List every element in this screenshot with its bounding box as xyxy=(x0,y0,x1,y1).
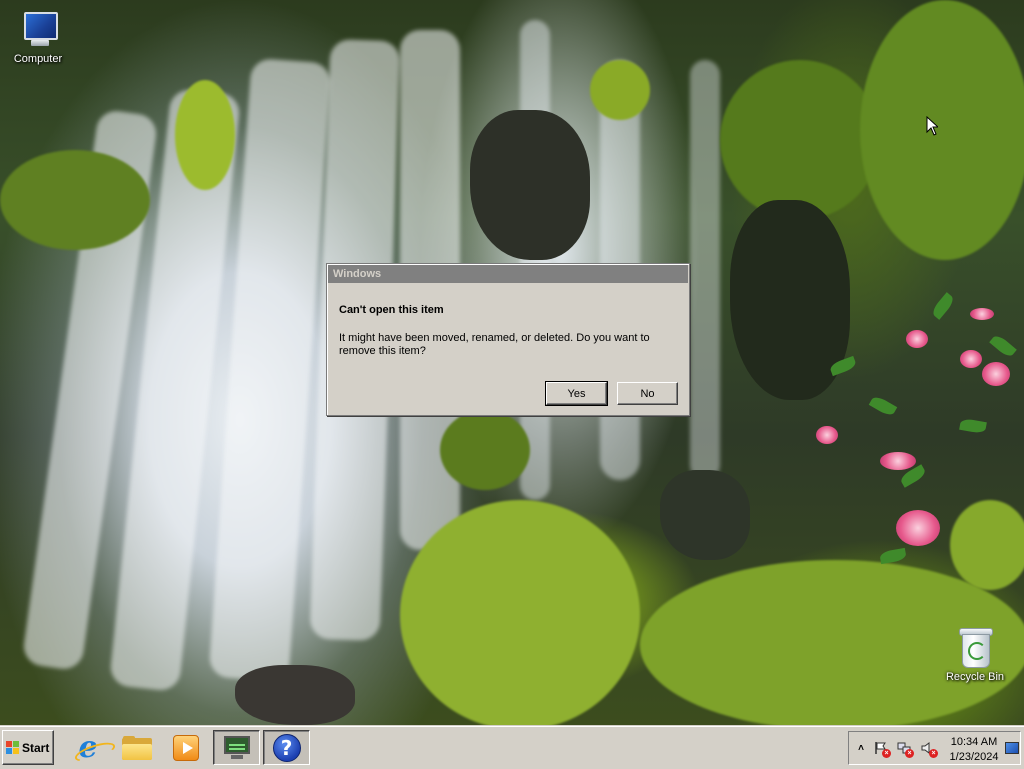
monitor-icon xyxy=(222,735,252,760)
volume-icon[interactable]: × xyxy=(920,740,938,758)
taskbar: Start e ? ˄ × × × 10:34 AM 1/23/2024 xyxy=(0,726,1024,769)
show-desktop-button[interactable] xyxy=(1005,742,1019,754)
taskbar-help[interactable]: ? xyxy=(263,730,310,765)
file-explorer-icon xyxy=(122,735,152,760)
network-icon[interactable]: × xyxy=(896,740,914,758)
desktop-icon-recycle-bin[interactable]: Recycle Bin xyxy=(938,626,1012,683)
media-player-icon xyxy=(173,734,199,761)
help-icon: ? xyxy=(272,733,301,762)
action-center-flag-icon[interactable]: × xyxy=(873,740,891,758)
system-tray: ˄ × × × 10:34 AM 1/23/2024 xyxy=(848,731,1021,765)
desktop-icon-label: Computer xyxy=(13,53,63,65)
windows-logo-icon xyxy=(6,741,19,754)
clock-date[interactable]: 1/23/2024 xyxy=(944,751,1004,763)
dialog-titlebar[interactable]: Windows xyxy=(328,265,688,283)
error-dialog: Windows Can't open this item It might ha… xyxy=(326,263,690,416)
desktop-icon-computer[interactable]: Computer xyxy=(1,10,75,65)
show-hidden-icons-chevron-icon[interactable]: ˄ xyxy=(853,740,869,756)
no-button[interactable]: No xyxy=(617,382,678,405)
recycle-bin-icon xyxy=(957,626,993,668)
dialog-message: It might have been moved, renamed, or de… xyxy=(339,332,650,357)
taskbar-internet-explorer[interactable]: e xyxy=(68,730,108,765)
taskbar-file-explorer[interactable] xyxy=(117,730,157,765)
desktop-icon-label: Recycle Bin xyxy=(945,671,1005,683)
dialog-heading: Can't open this item xyxy=(339,304,444,316)
internet-explorer-icon: e xyxy=(78,729,98,765)
clock-time[interactable]: 10:34 AM xyxy=(944,736,1004,748)
computer-icon xyxy=(18,10,58,50)
yes-button[interactable]: Yes xyxy=(545,381,608,406)
taskbar-monitor-app[interactable] xyxy=(213,730,260,765)
taskbar-media-player[interactable] xyxy=(166,730,206,765)
start-button[interactable]: Start xyxy=(2,730,54,765)
mouse-cursor-icon xyxy=(926,116,938,136)
start-label: Start xyxy=(22,740,50,755)
